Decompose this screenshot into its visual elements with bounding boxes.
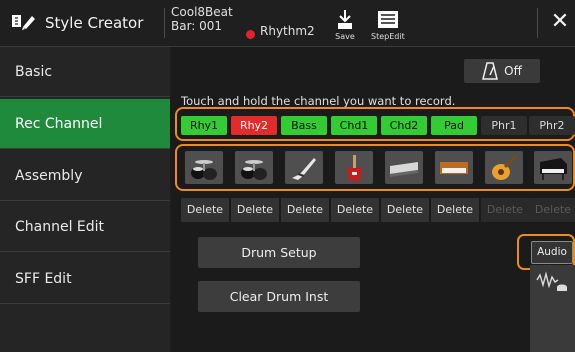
- sidebar: Basic Rec Channel Assembly Channel Edit …: [0, 47, 170, 352]
- drum-kit-icon: [241, 159, 267, 180]
- stepedit-label: StepEdit: [371, 32, 405, 41]
- keyboard-strings-icon: [390, 161, 418, 177]
- instrument-tile-chd1[interactable]: [335, 151, 373, 184]
- channel-rhy2-button[interactable]: Rhy2: [231, 116, 277, 135]
- instrument-tile-pad[interactable]: [435, 151, 473, 184]
- instrument-tile-rhy2[interactable]: [235, 151, 273, 184]
- delete-button-phr1: Delete: [481, 198, 529, 222]
- close-button[interactable]: ✕: [548, 9, 572, 35]
- header-bar: Style Creator Cool8Beat Bar: 001 Rhythm2…: [0, 0, 575, 47]
- sidebar-item-label: Basic: [15, 64, 53, 80]
- record-indicator-icon: [246, 30, 255, 39]
- drum-kit-icon: [191, 159, 217, 180]
- delete-button-rhy1[interactable]: Delete: [181, 198, 229, 222]
- delete-button-chd2[interactable]: Delete: [381, 198, 429, 222]
- sidebar-item-channel-edit[interactable]: Channel Edit: [0, 202, 170, 252]
- instrument-tile-bass[interactable]: [285, 151, 323, 184]
- clear-drum-inst-button[interactable]: Clear Drum Inst: [198, 281, 360, 312]
- record-hint-text: Touch and hold the channel you want to r…: [181, 94, 456, 108]
- style-creator-icon: [9, 11, 37, 35]
- sidebar-item-label: Channel Edit: [15, 219, 105, 235]
- delete-button-phr2: Delete: [529, 198, 575, 222]
- main-panel: Off Touch and hold the channel you want …: [171, 47, 575, 352]
- bass-guitar-icon: [292, 157, 316, 180]
- style-name: Cool8Beat: [171, 5, 233, 19]
- sidebar-item-sff-edit[interactable]: SFF Edit: [0, 254, 170, 304]
- channel-pad-button[interactable]: Pad: [431, 116, 477, 135]
- close-divider: [537, 8, 538, 38]
- synth-pad-icon: [440, 161, 468, 174]
- save-icon: [338, 10, 352, 29]
- metronome-state: Off: [504, 64, 522, 78]
- sidebar-item-assembly[interactable]: Assembly: [0, 151, 170, 201]
- channel-rhy1-button[interactable]: Rhy1: [181, 116, 227, 135]
- app-title-label: Style Creator: [45, 14, 144, 32]
- close-icon: ✕: [550, 9, 570, 34]
- audio-button[interactable]: Audio: [531, 241, 573, 264]
- channel-phr2-button[interactable]: Phr2: [529, 116, 575, 135]
- channel-bass-button[interactable]: Bass: [281, 116, 327, 135]
- channel-chd2-button[interactable]: Chd2: [381, 116, 427, 135]
- record-target-label: Rhythm2: [260, 24, 315, 38]
- delete-button-pad[interactable]: Delete: [431, 198, 479, 222]
- sidebar-item-label: Rec Channel: [15, 116, 103, 132]
- acoustic-guitar-icon: [492, 154, 518, 180]
- metronome-button[interactable]: Off: [464, 59, 540, 83]
- header-divider: [164, 8, 165, 38]
- channel-chd1-button[interactable]: Chd1: [331, 116, 377, 135]
- sidebar-item-basic[interactable]: Basic: [0, 47, 170, 97]
- delete-button-rhy2[interactable]: Delete: [231, 198, 279, 222]
- instrument-tile-phr1[interactable]: [485, 151, 523, 184]
- style-creator-screen: Style Creator Cool8Beat Bar: 001 Rhythm2…: [0, 0, 575, 352]
- audio-waveform-icon: [536, 271, 567, 291]
- bar-position: Bar: 001: [171, 19, 223, 33]
- metronome-icon: [482, 62, 499, 80]
- channel-phr1-button[interactable]: Phr1: [481, 116, 527, 135]
- audio-track-panel[interactable]: [530, 265, 575, 352]
- sidebar-item-label: Assembly: [15, 168, 83, 184]
- sidebar-item-label: SFF Edit: [15, 271, 72, 287]
- style-info: Cool8Beat Bar: 001: [171, 5, 233, 33]
- stepedit-icon: [377, 11, 398, 28]
- delete-button-chd1[interactable]: Delete: [331, 198, 379, 222]
- save-label: Save: [335, 32, 355, 41]
- piano-icon: [540, 157, 567, 180]
- drum-setup-button[interactable]: Drum Setup: [198, 237, 360, 268]
- instrument-tile-chd2[interactable]: [385, 151, 423, 184]
- electric-guitar-icon: [347, 154, 362, 181]
- save-button[interactable]: Save: [335, 9, 355, 41]
- sidebar-item-rec-channel[interactable]: Rec Channel: [0, 99, 170, 149]
- stepedit-button[interactable]: StepEdit: [371, 9, 405, 41]
- app-title: Style Creator: [9, 11, 143, 35]
- instrument-tile-rhy1[interactable]: [185, 151, 223, 184]
- delete-button-bass[interactable]: Delete: [281, 198, 329, 222]
- instrument-tile-phr2[interactable]: [534, 151, 572, 184]
